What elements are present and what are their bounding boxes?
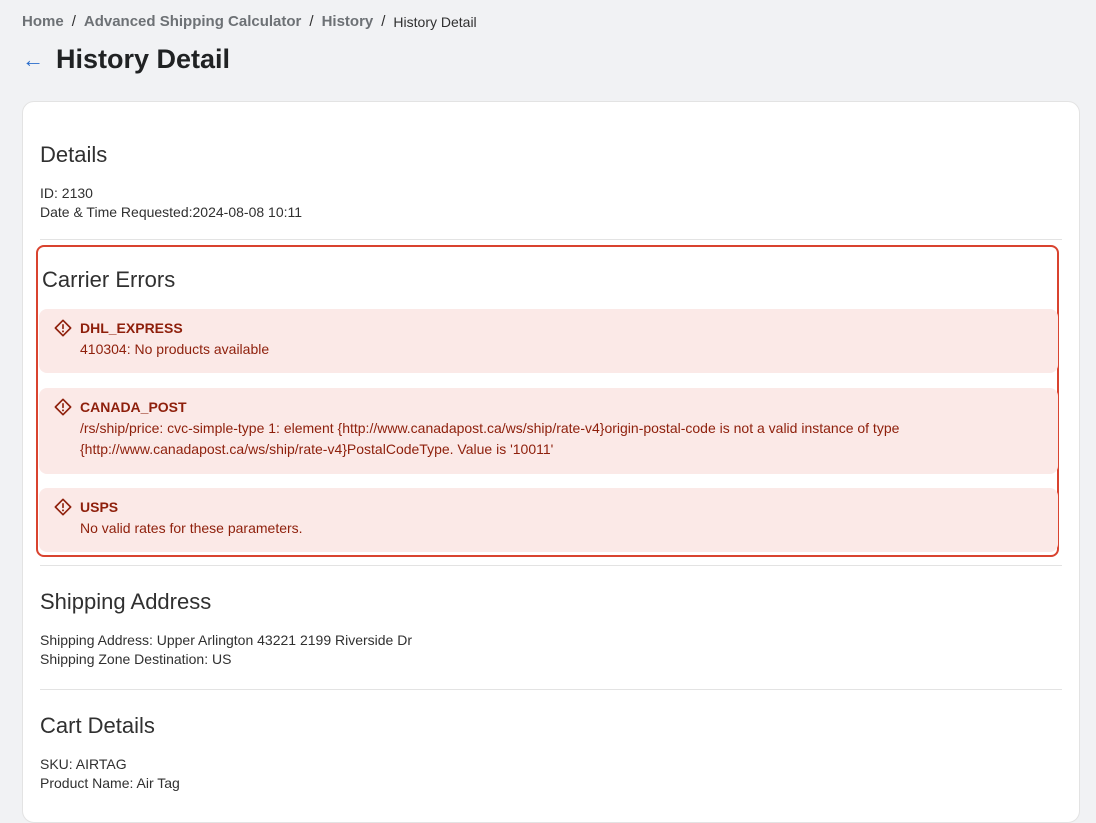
breadcrumb-history-link[interactable]: History (322, 13, 374, 30)
error-message: /rs/ship/price: cvc-simple-type 1: eleme… (80, 420, 900, 457)
shipping-address-heading: Shipping Address (40, 589, 212, 614)
cart-details-heading: Cart Details (40, 713, 155, 738)
carrier-errors-heading: Carrier Errors (42, 267, 176, 292)
carrier-name: CANADA_POST (80, 399, 187, 415)
page-header: ← History Detail (22, 44, 230, 75)
breadcrumb-home-link[interactable]: Home (22, 13, 64, 30)
alert-diamond-icon (54, 498, 72, 516)
datetime-text: Date & Time Requested:2024-08-08 10:11 (40, 204, 303, 220)
error-message: No valid rates for these parameters. (80, 520, 303, 536)
shipping-zone-text: Shipping Zone Destination: US (40, 651, 232, 667)
details-section: Details ID: 2130 Date & Time Requested:2… (40, 142, 1062, 222)
breadcrumb-separator: / (309, 13, 314, 30)
carrier-name: DHL_EXPRESS (80, 320, 183, 336)
breadcrumb-separator: / (381, 13, 386, 30)
divider (40, 565, 1062, 566)
divider (40, 689, 1062, 690)
arrow-left-icon[interactable]: ← (22, 48, 44, 71)
sku-text: SKU: AIRTAG (40, 756, 127, 772)
alert-diamond-icon (54, 319, 72, 337)
carrier-name: USPS (80, 499, 119, 515)
alert-diamond-icon (54, 398, 72, 416)
breadcrumb-calculator-link[interactable]: Advanced Shipping Calculator (84, 13, 302, 30)
carrier-errors-section: Carrier Errors DHL_EXPRESS 410304: No pr… (36, 245, 1059, 557)
product-name-text: Product Name: Air Tag (40, 775, 180, 791)
breadcrumb-current: History Detail (393, 13, 477, 30)
shipping-address-text: Shipping Address: Upper Arlington 43221 … (40, 632, 413, 648)
error-message: 410304: No products available (80, 341, 270, 357)
breadcrumb-separator: / (71, 13, 76, 30)
page-title: History Detail (56, 44, 231, 74)
divider (40, 239, 1062, 240)
carrier-error-item: CANADA_POST /rs/ship/price: cvc-simple-t… (39, 388, 1058, 474)
cart-details-section: Cart Details SKU: AIRTAG Product Name: A… (40, 713, 1062, 793)
history-detail-card: Details ID: 2130 Date & Time Requested:2… (22, 101, 1080, 823)
carrier-error-item: USPS No valid rates for these parameters… (39, 488, 1058, 552)
shipping-address-section: Shipping Address Shipping Address: Upper… (40, 589, 1062, 669)
breadcrumb: Home / Advanced Shipping Calculator / Hi… (22, 13, 477, 30)
carrier-error-item: DHL_EXPRESS 410304: No products availabl… (39, 309, 1058, 373)
details-heading: Details (40, 142, 108, 167)
id-text: ID: 2130 (40, 185, 93, 201)
